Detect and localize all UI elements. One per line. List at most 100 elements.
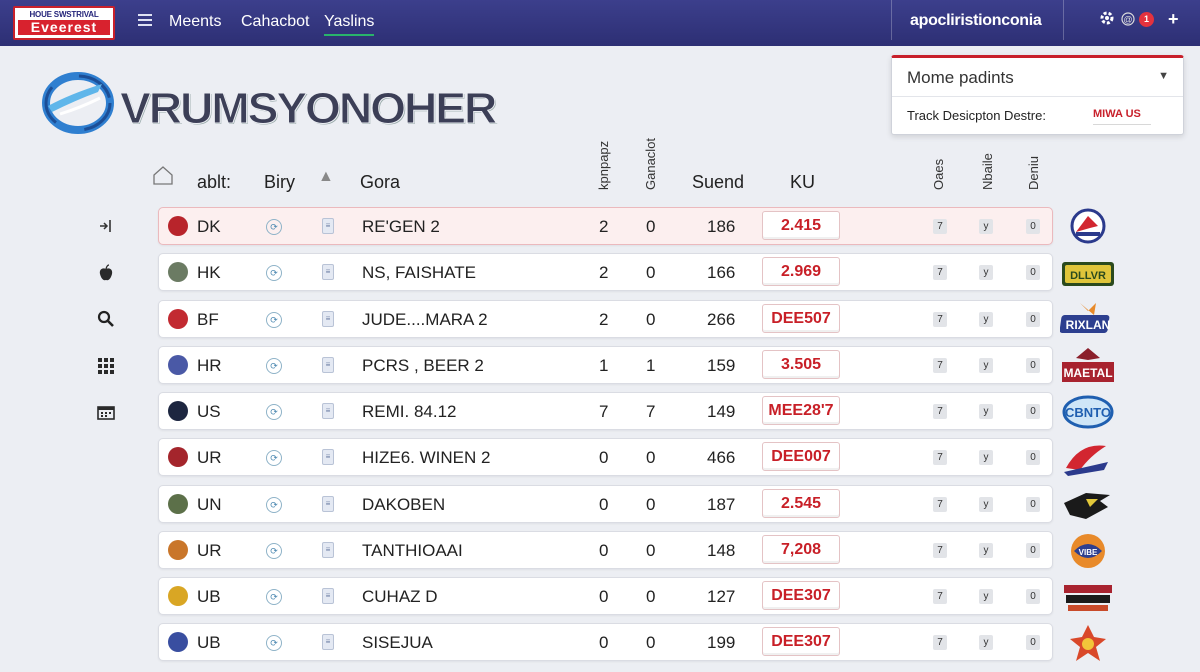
table-row[interactable]: UR ⟳ ≡ TANTHIOAAI 0 0 148 7,208 7 y 0 bbox=[158, 531, 1053, 569]
row-chip-3[interactable]: 0 bbox=[1026, 589, 1040, 604]
apple-icon[interactable] bbox=[94, 263, 118, 285]
team-logo-icon[interactable]: DLLVR bbox=[1060, 254, 1116, 294]
table-row[interactable]: UB ⟳ ≡ CUHAZ D 0 0 127 DEE307 7 y 0 bbox=[158, 577, 1053, 615]
search-icon[interactable] bbox=[94, 309, 118, 331]
home-icon[interactable] bbox=[152, 164, 174, 186]
notification-badge[interactable]: 1 bbox=[1139, 12, 1154, 27]
team-logo-icon[interactable] bbox=[1060, 206, 1116, 246]
calendar-icon[interactable] bbox=[94, 402, 118, 424]
link-icon[interactable]: ⟳ bbox=[266, 543, 282, 559]
row-chip-3[interactable]: 0 bbox=[1026, 404, 1040, 419]
row-chip-1[interactable]: 7 bbox=[933, 265, 947, 280]
row-chip-3[interactable]: 0 bbox=[1026, 312, 1040, 327]
brand-logo[interactable]: HOUE SWSTRIVAL Eveerest bbox=[13, 6, 115, 40]
column-header-4[interactable]: Suend bbox=[692, 172, 744, 193]
document-icon[interactable]: ≡ bbox=[322, 542, 334, 558]
link-icon[interactable]: ⟳ bbox=[266, 358, 282, 374]
row-chip-1[interactable]: 7 bbox=[933, 358, 947, 373]
row-chip-2[interactable]: y bbox=[979, 543, 993, 558]
team-logo-icon[interactable]: CBNTO bbox=[1060, 392, 1116, 432]
gear-icon[interactable] bbox=[1099, 10, 1115, 31]
nav-item-3-active[interactable]: Yaslins bbox=[324, 13, 375, 36]
row-chip-2[interactable]: y bbox=[979, 635, 993, 650]
row-chip-1[interactable]: 7 bbox=[933, 589, 947, 604]
score-button[interactable]: DEE007 bbox=[762, 442, 840, 471]
table-row[interactable]: US ⟳ ≡ REMI. 84.12 7 7 149 MEE28'7 7 y 0 bbox=[158, 392, 1053, 430]
row-chip-3[interactable]: 0 bbox=[1026, 265, 1040, 280]
nav-item-1[interactable]: Meents bbox=[169, 13, 221, 31]
document-icon[interactable]: ≡ bbox=[322, 588, 334, 604]
panel-tag[interactable]: MIWA US bbox=[1093, 108, 1151, 125]
row-chip-2[interactable]: y bbox=[979, 404, 993, 419]
domain-label[interactable]: apocliristionconia bbox=[910, 12, 1042, 30]
link-icon[interactable]: ⟳ bbox=[266, 450, 282, 466]
column-header-vertical-1[interactable]: kpnpapz bbox=[596, 124, 611, 190]
document-icon[interactable]: ≡ bbox=[322, 449, 334, 465]
link-icon[interactable]: ⟳ bbox=[266, 404, 282, 420]
table-row[interactable]: UR ⟳ ≡ HIZE6. WINEN 2 0 0 466 DEE007 7 y… bbox=[158, 438, 1053, 476]
exit-icon[interactable] bbox=[94, 216, 118, 238]
score-button[interactable]: 2.545 bbox=[762, 489, 840, 518]
team-logo-icon[interactable]: MAETAL bbox=[1060, 346, 1116, 386]
document-icon[interactable]: ≡ bbox=[322, 218, 334, 234]
score-button[interactable]: DEE307 bbox=[762, 627, 840, 656]
row-chip-1[interactable]: 7 bbox=[933, 312, 947, 327]
row-chip-2[interactable]: y bbox=[979, 589, 993, 604]
row-chip-3[interactable]: 0 bbox=[1026, 219, 1040, 234]
row-chip-2[interactable]: y bbox=[979, 312, 993, 327]
table-row[interactable]: BF ⟳ ≡ JUDE....MARA 2 2 0 266 DEE507 7 y… bbox=[158, 300, 1053, 338]
column-header-2[interactable]: Biry bbox=[264, 172, 295, 193]
column-header-vertical-5[interactable]: Deniu bbox=[1026, 148, 1041, 190]
table-row[interactable]: UN ⟳ ≡ DAKOBEN 0 0 187 2.545 7 y 0 bbox=[158, 485, 1053, 523]
document-icon[interactable]: ≡ bbox=[322, 357, 334, 373]
row-chip-2[interactable]: y bbox=[979, 450, 993, 465]
document-icon[interactable]: ≡ bbox=[322, 634, 334, 650]
table-row[interactable]: HK ⟳ ≡ NS, FAISHATE 2 0 166 2.969 7 y 0 bbox=[158, 253, 1053, 291]
column-header-vertical-3[interactable]: Oaes bbox=[931, 152, 946, 190]
link-icon[interactable]: ⟳ bbox=[266, 312, 282, 328]
row-chip-3[interactable]: 0 bbox=[1026, 543, 1040, 558]
link-icon[interactable]: ⟳ bbox=[266, 265, 282, 281]
team-logo-icon[interactable]: VIBE bbox=[1060, 531, 1116, 571]
link-icon[interactable]: ⟳ bbox=[266, 635, 282, 651]
column-header-vertical-2[interactable]: Ganaclot bbox=[643, 120, 658, 190]
team-logo-icon[interactable] bbox=[1060, 623, 1116, 663]
chevron-down-icon[interactable]: ▼ bbox=[1158, 70, 1169, 82]
row-chip-2[interactable]: y bbox=[979, 219, 993, 234]
row-chip-2[interactable]: y bbox=[979, 265, 993, 280]
document-icon[interactable]: ≡ bbox=[322, 496, 334, 512]
help-icon[interactable]: @ bbox=[1121, 12, 1135, 31]
row-chip-1[interactable]: 7 bbox=[933, 404, 947, 419]
link-icon[interactable]: ⟳ bbox=[266, 589, 282, 605]
hamburger-menu-icon[interactable] bbox=[138, 14, 152, 26]
plus-icon[interactable]: + bbox=[1168, 9, 1179, 30]
column-header-vertical-4[interactable]: Nbaile bbox=[980, 146, 995, 190]
link-icon[interactable]: ⟳ bbox=[266, 219, 282, 235]
nav-item-2[interactable]: Cahacbot bbox=[241, 13, 310, 31]
row-chip-1[interactable]: 7 bbox=[933, 543, 947, 558]
table-row[interactable]: DK ⟳ ≡ RE'GEN 2 2 0 186 2.415 7 y 0 bbox=[158, 207, 1053, 245]
column-header-3[interactable]: Gora bbox=[360, 172, 400, 193]
team-logo-icon[interactable] bbox=[1060, 577, 1116, 617]
team-logo-icon[interactable] bbox=[1060, 485, 1116, 525]
panel-title[interactable]: Mome padints bbox=[907, 68, 1014, 88]
row-chip-2[interactable]: y bbox=[979, 497, 993, 512]
score-button[interactable]: DEE507 bbox=[762, 304, 840, 333]
team-logo-icon[interactable] bbox=[1060, 438, 1116, 478]
grid-icon[interactable] bbox=[94, 356, 118, 378]
score-button[interactable]: 2.969 bbox=[762, 257, 840, 286]
row-chip-3[interactable]: 0 bbox=[1026, 450, 1040, 465]
document-icon[interactable]: ≡ bbox=[322, 264, 334, 280]
row-chip-1[interactable]: 7 bbox=[933, 450, 947, 465]
score-button[interactable]: MEE28'7 bbox=[762, 396, 840, 425]
score-button[interactable]: DEE307 bbox=[762, 581, 840, 610]
document-icon[interactable]: ≡ bbox=[322, 311, 334, 327]
row-chip-3[interactable]: 0 bbox=[1026, 635, 1040, 650]
column-header-5[interactable]: KU bbox=[790, 172, 815, 193]
row-chip-2[interactable]: y bbox=[979, 358, 993, 373]
score-button[interactable]: 3.505 bbox=[762, 350, 840, 379]
team-logo-icon[interactable]: RIXLAN bbox=[1059, 299, 1116, 339]
dropdown-panel[interactable]: Mome padints ▼ Track Desicpton Destre: M… bbox=[891, 55, 1184, 135]
row-chip-3[interactable]: 0 bbox=[1026, 358, 1040, 373]
row-chip-1[interactable]: 7 bbox=[933, 497, 947, 512]
